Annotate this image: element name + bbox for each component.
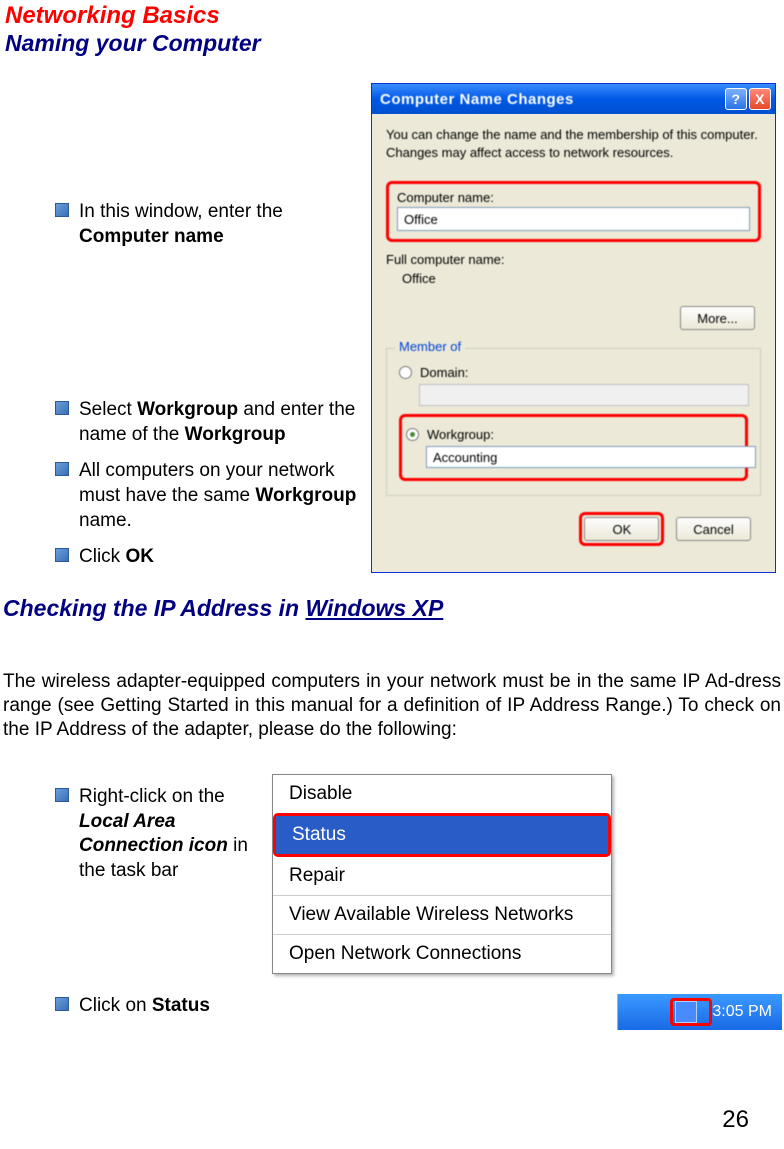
text: Select xyxy=(79,399,137,420)
square-bullet-icon xyxy=(55,462,69,476)
system-tray: 3:05 PM xyxy=(617,994,782,1030)
dialog-titlebar: Computer Name Changes ? X xyxy=(372,84,775,114)
ctx-status[interactable]: Status xyxy=(276,816,608,854)
more-button[interactable]: More... xyxy=(680,306,755,330)
square-bullet-icon xyxy=(55,548,69,562)
text-bold: Computer name xyxy=(79,226,224,247)
text: Click on xyxy=(79,995,152,1016)
text-underline: Windows XP xyxy=(305,595,443,621)
computer-name-label: Computer name: xyxy=(397,190,750,205)
bullet-text: All computers on your network must have … xyxy=(79,459,374,533)
bullet-text: In this window, enter the Computer name xyxy=(79,200,359,249)
dialog-title: Computer Name Changes xyxy=(380,91,723,108)
groupbox-title: Member of xyxy=(395,339,465,354)
ctx-open-connections[interactable]: Open Network Connections xyxy=(273,935,611,973)
ctx-disable[interactable]: Disable xyxy=(273,775,611,813)
bullet-item: In this window, enter the Computer name xyxy=(55,200,359,249)
domain-label: Domain: xyxy=(420,365,468,380)
text: Right-click on the xyxy=(79,786,225,807)
text-bold: Workgroup xyxy=(255,485,356,506)
dialog-button-row: OK Cancel xyxy=(386,512,761,546)
bullet-item: Click on Status xyxy=(55,994,269,1019)
highlight-computer-name: Computer name: xyxy=(386,181,761,242)
bullet-item: Select Workgroup and enter the name of t… xyxy=(55,398,374,447)
member-of-groupbox: Member of Domain: Workgroup: xyxy=(386,348,761,496)
ctx-view-networks[interactable]: View Available Wireless Networks xyxy=(273,896,611,934)
workgroup-label: Workgroup: xyxy=(427,427,494,442)
help-button[interactable]: ? xyxy=(725,88,747,110)
bullet-text: Click OK xyxy=(79,545,154,570)
close-button[interactable]: X xyxy=(749,88,771,110)
highlight-ok: OK xyxy=(579,512,664,546)
dialog-body: You can change the name and the membersh… xyxy=(372,114,775,558)
workgroup-radio-row[interactable]: Workgroup: xyxy=(406,427,739,442)
full-computer-name-value: Office xyxy=(386,271,761,286)
text-bold-italic: Local Area Connection icon xyxy=(79,811,228,857)
context-menu: Disable Status Repair View Available Wir… xyxy=(272,774,612,974)
section-title: Checking the IP Address in Windows XP xyxy=(3,595,443,622)
domain-radio-row[interactable]: Domain: xyxy=(399,365,748,380)
highlight-tray-icon xyxy=(670,998,712,1026)
bullet-text: Select Workgroup and enter the name of t… xyxy=(79,398,359,447)
bullet-text: Click on Status xyxy=(79,994,210,1019)
dialog-description: You can change the name and the membersh… xyxy=(386,126,761,161)
text-bold: OK xyxy=(125,546,154,567)
bullet-item: Right-click on the Local Area Connection… xyxy=(55,785,269,884)
page-number: 26 xyxy=(722,1106,749,1134)
full-computer-name-label: Full computer name: xyxy=(386,252,761,267)
workgroup-input[interactable] xyxy=(426,446,756,468)
computer-name-input[interactable] xyxy=(397,207,750,231)
text: In this window, enter the xyxy=(79,201,283,222)
network-tray-icon[interactable] xyxy=(675,1001,697,1023)
header-subtitle-navy: Naming your Computer xyxy=(0,30,784,57)
bullet-item: All computers on your network must have … xyxy=(55,459,374,533)
text-bold: Workgroup xyxy=(185,424,286,445)
square-bullet-icon xyxy=(55,997,69,1011)
square-bullet-icon xyxy=(55,401,69,415)
bullet-group-bottom: Right-click on the Local Area Connection… xyxy=(0,785,269,1030)
radio-icon xyxy=(399,366,412,379)
bullet-group-top: In this window, enter the Computer name xyxy=(0,200,359,261)
ok-button[interactable]: OK xyxy=(584,517,659,541)
highlight-workgroup: Workgroup: xyxy=(399,414,748,481)
text: Click xyxy=(79,546,125,567)
radio-icon-checked xyxy=(406,428,419,441)
computer-name-dialog: Computer Name Changes ? X You can change… xyxy=(371,83,776,573)
square-bullet-icon xyxy=(55,203,69,217)
bullet-text: Right-click on the Local Area Connection… xyxy=(79,785,269,884)
highlight-status: Status xyxy=(273,813,611,857)
context-menu-screenshot: Disable Status Repair View Available Wir… xyxy=(272,774,782,1030)
cancel-button[interactable]: Cancel xyxy=(676,517,751,541)
body-paragraph: The wireless adapter-equipped computers … xyxy=(3,670,781,741)
header-title-red: Networking Basics xyxy=(0,0,784,30)
text: name. xyxy=(79,510,132,531)
ctx-repair[interactable]: Repair xyxy=(273,857,611,895)
text-bold: Workgroup xyxy=(137,399,238,420)
domain-input xyxy=(419,384,749,406)
square-bullet-icon xyxy=(55,788,69,802)
tray-clock: 3:05 PM xyxy=(712,1003,772,1021)
text: Checking the IP Address in xyxy=(3,595,305,621)
bullet-group-mid: Select Workgroup and enter the name of t… xyxy=(0,398,374,582)
bullet-item: Click OK xyxy=(55,545,374,570)
section-ip-address: Checking the IP Address in Windows XP xyxy=(3,595,443,622)
text-bold: Status xyxy=(152,995,210,1016)
